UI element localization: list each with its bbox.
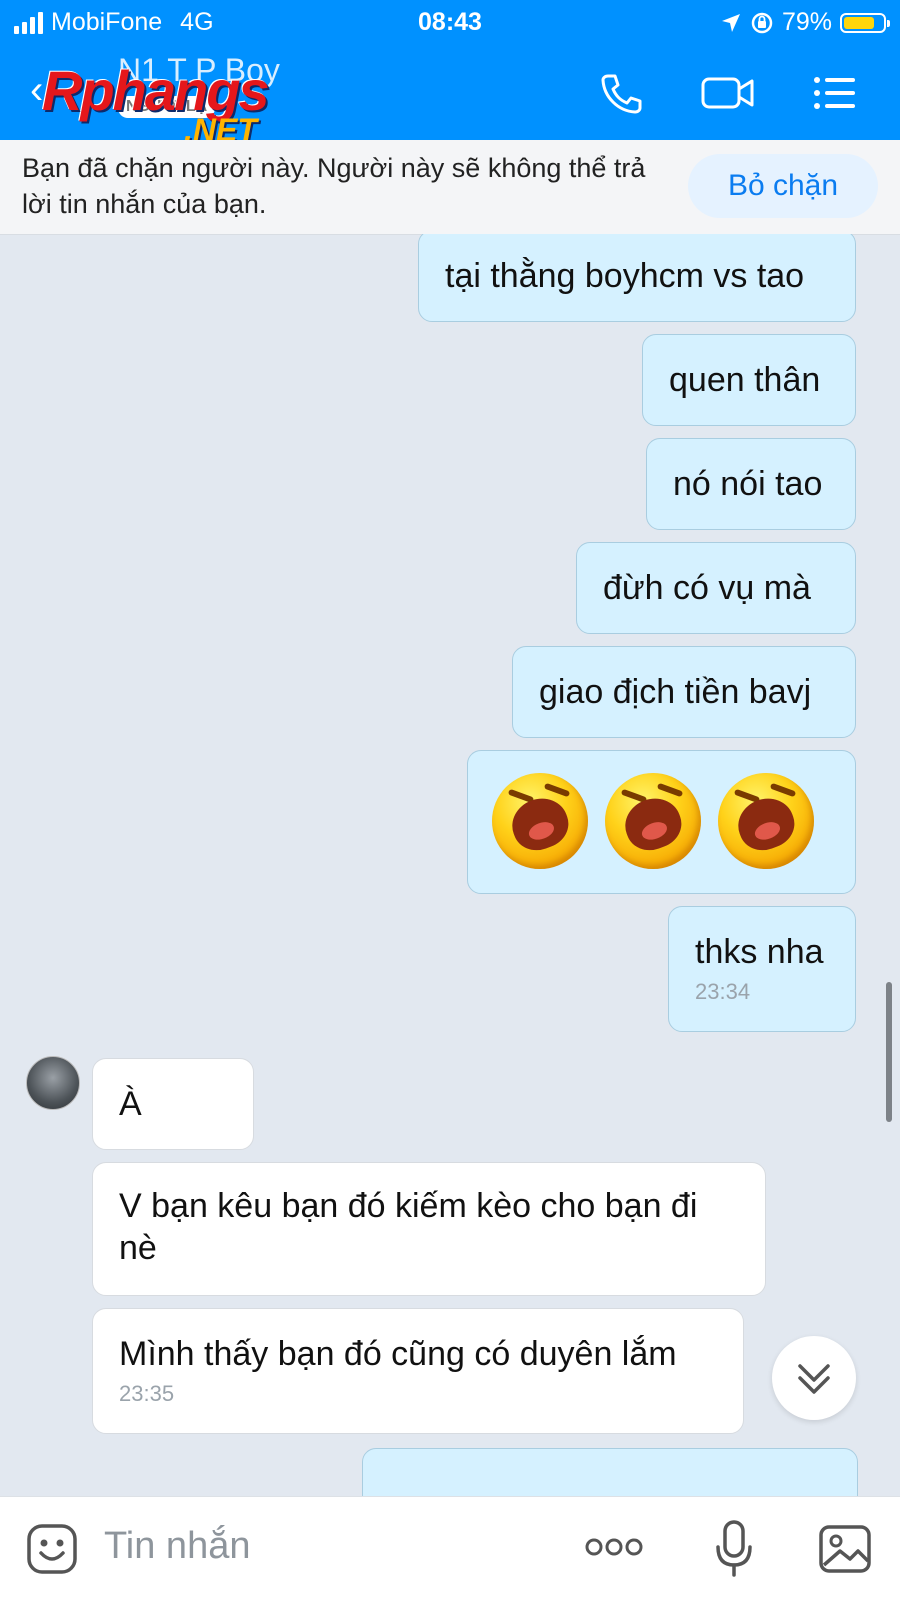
chat-header: ‹ N1 T P Boy NGƯỜI LẠ Rphangs .NET	[0, 44, 900, 148]
message-text: quen thân	[669, 361, 821, 399]
scroll-to-bottom-button[interactable]	[772, 1336, 856, 1420]
message-text: À	[119, 1085, 142, 1123]
microphone-icon[interactable]	[714, 1519, 754, 1579]
message-time: 23:35	[119, 1381, 175, 1406]
laughing-emoji-icon	[718, 773, 814, 869]
chat-area[interactable]: tại thằng boyhcm vs tao quen thân nó nói…	[0, 234, 900, 1496]
status-bar: MobiFone 4G 08:43 79%	[0, 0, 900, 44]
menu-icon[interactable]	[812, 70, 858, 116]
video-call-icon[interactable]	[700, 70, 756, 116]
sticker-bubble[interactable]	[467, 750, 856, 894]
location-arrow-icon	[721, 13, 740, 32]
watermark-logo: Rphangs .NET	[42, 58, 332, 148]
message-text: đừh có vụ mà	[603, 569, 811, 607]
battery-icon	[840, 12, 890, 33]
message-text: thks nha	[695, 933, 824, 971]
message-text: tại thằng boyhcm vs tao	[445, 257, 805, 295]
battery-percent: 79%	[781, 8, 832, 36]
blocked-message: Bạn đã chặn người này. Người này sẽ khôn…	[22, 153, 646, 219]
message-composer: Tin nhắn	[0, 1496, 900, 1601]
message-text: nó nói tao	[673, 465, 823, 503]
message-bubble[interactable]: V bạn kêu bạn đó kiếm kèo cho bạn đi nè	[92, 1162, 766, 1296]
message-bubble[interactable]: giao địch tiền bavj	[512, 646, 856, 738]
rotation-lock-icon	[751, 12, 773, 33]
phone-icon[interactable]	[598, 70, 644, 116]
avatar[interactable]	[26, 1056, 80, 1110]
message-bubble[interactable]: thks nha 23:34	[668, 906, 856, 1032]
message-text: Mình thấy bạn đó cũng có duyên lắm	[119, 1335, 677, 1373]
message-text: giao địch tiền bavj	[539, 673, 812, 711]
laughing-emoji-icon	[605, 773, 701, 869]
message-input[interactable]: Tin nhắn	[104, 1525, 250, 1568]
double-chevron-down-icon	[798, 1364, 830, 1394]
message-bubble-partial[interactable]	[362, 1448, 858, 1496]
blocked-banner: Bạn đã chặn người này. Người này sẽ khôn…	[0, 140, 900, 235]
message-bubble[interactable]: À	[92, 1058, 254, 1150]
unblock-button[interactable]: Bỏ chặn	[688, 154, 878, 218]
message-bubble[interactable]: nó nói tao	[646, 438, 856, 530]
status-right: 79%	[720, 8, 890, 37]
message-bubble[interactable]: quen thân	[642, 334, 856, 426]
message-text: V bạn kêu bạn đó kiếm kèo cho bạn đi nè	[119, 1187, 698, 1267]
message-bubble[interactable]: tại thằng boyhcm vs tao	[418, 234, 856, 322]
message-bubble[interactable]: Mình thấy bạn đó cũng có duyên lắm 23:35	[92, 1308, 744, 1434]
more-icon[interactable]	[584, 1535, 644, 1559]
message-time: 23:34	[695, 979, 751, 1004]
image-icon[interactable]	[818, 1521, 874, 1575]
laughing-emoji-icon	[492, 773, 588, 869]
message-bubble[interactable]: đừh có vụ mà	[576, 542, 856, 634]
scrollbar[interactable]	[886, 982, 892, 1122]
sticker-icon[interactable]	[26, 1523, 78, 1575]
